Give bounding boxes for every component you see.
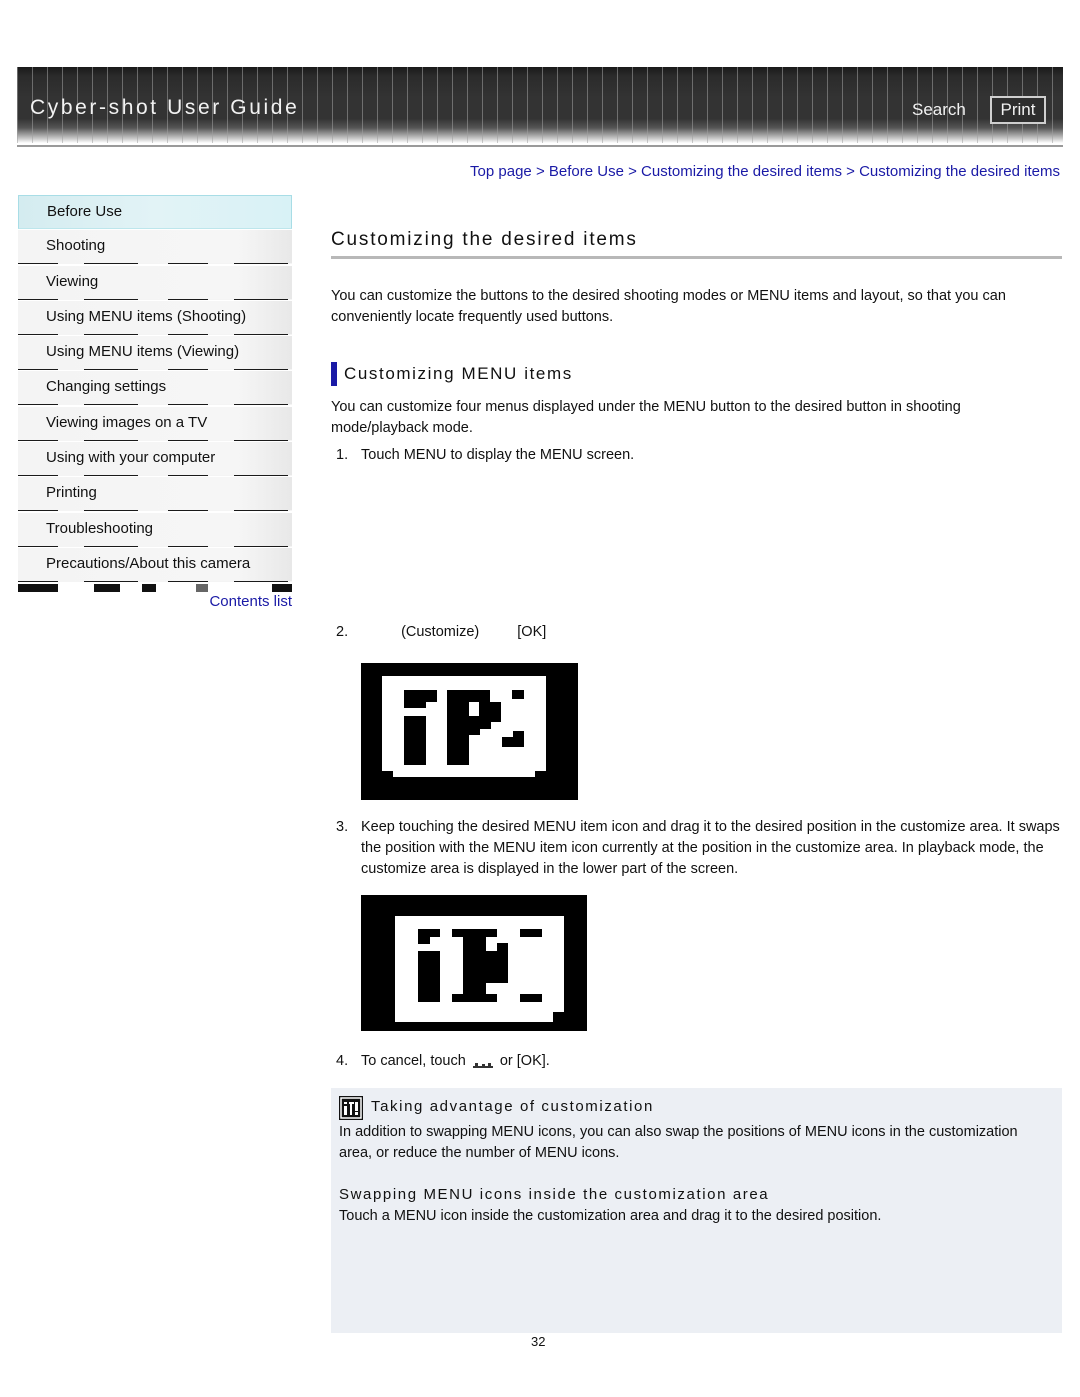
step-number: 3. (336, 819, 349, 835)
step-2: 2. (Customize) [OK] (336, 622, 546, 643)
section-intro: You can customize four menus displayed u… (331, 399, 961, 436)
print-button[interactable]: Print (990, 96, 1046, 124)
step-3-text: Keep touching the desired MENU item icon… (361, 819, 1060, 877)
sidebar-footer-bar (18, 583, 292, 592)
hint-body: In addition to swapping MENU icons, you … (339, 1124, 1018, 1161)
breadcrumb-customizing-parent[interactable]: Customizing the desired items (641, 163, 842, 180)
guide-title: Cyber-shot User Guide (30, 96, 300, 119)
customize-icon-graphic (361, 663, 578, 800)
hint-icon (339, 1096, 363, 1120)
breadcrumb-top-page[interactable]: Top page (470, 163, 532, 180)
customize-screen-image-2 (361, 895, 587, 1031)
step-text-ok: or [OK]. (499, 1053, 550, 1069)
customize-area-graphic (361, 895, 587, 1031)
contents-list-link[interactable]: Contents list (18, 593, 292, 610)
hint-subtitle: Swapping MENU icons inside the customiza… (339, 1186, 770, 1203)
section-heading: Customizing MENU items (331, 362, 573, 386)
sidebar-item-viewing-tv[interactable]: Viewing images on a TV (18, 406, 292, 441)
sidebar-nav: Before Use Shooting Viewing Using MENU i… (18, 195, 292, 592)
breadcrumb-separator: > (628, 163, 637, 180)
hint-subbody: Touch a MENU icon inside the customizati… (339, 1208, 882, 1224)
step-number: 1. (336, 447, 349, 463)
main-content: Customizing the desired items (331, 229, 1062, 259)
search-button[interactable]: Search (912, 100, 966, 120)
step-text-ok: [OK] (517, 624, 547, 640)
page-title: Customizing the desired items (331, 229, 638, 250)
sidebar-item-before-use[interactable]: Before Use (18, 195, 292, 229)
breadcrumb-separator: > (535, 163, 545, 180)
sidebar-item-precautions[interactable]: Precautions/About this camera (18, 547, 292, 582)
step-text-cancel: To cancel, touch (361, 1053, 466, 1069)
step-4: 4. To cancel, touch or [OK]. (336, 1051, 550, 1072)
sidebar-item-menu-viewing[interactable]: Using MENU items (Viewing) (18, 336, 292, 371)
step-number: 4. (336, 1053, 349, 1069)
intro-paragraph: You can customize the buttons to the des… (331, 288, 1006, 325)
step-3-number: 3. (336, 817, 361, 838)
step-text-customize: (Customize) (401, 624, 480, 640)
sidebar-item-menu-shooting[interactable]: Using MENU items (Shooting) (18, 300, 292, 335)
step-1: 1. Touch MENU to display the MENU screen. (336, 445, 634, 466)
sidebar-item-shooting[interactable]: Shooting (18, 230, 292, 265)
step-number: 2. (336, 624, 349, 640)
breadcrumb-before-use[interactable]: Before Use (549, 163, 624, 180)
header-divider (17, 145, 1063, 147)
breadcrumb-current-page[interactable]: Customizing the desired items (859, 163, 1060, 180)
page-number: 32 (531, 1334, 546, 1349)
sidebar-item-printing[interactable]: Printing (18, 477, 292, 512)
hint-box: Taking advantage of customization In add… (331, 1088, 1062, 1333)
cancel-icon (472, 1056, 493, 1069)
sidebar-item-changing-settings[interactable]: Changing settings (18, 371, 292, 406)
sidebar-item-troubleshooting[interactable]: Troubleshooting (18, 512, 292, 547)
customize-screen-image-1 (361, 663, 578, 800)
breadcrumb: Top page > Before Use > Customizing the … (470, 163, 1060, 180)
title-divider (331, 256, 1062, 259)
sidebar-item-viewing[interactable]: Viewing (18, 265, 292, 300)
sidebar-item-computer[interactable]: Using with your computer (18, 442, 292, 477)
breadcrumb-separator: > (846, 163, 855, 180)
hint-title: Taking advantage of customization (371, 1098, 654, 1115)
step-text: Touch MENU to display the MENU screen. (361, 447, 635, 463)
